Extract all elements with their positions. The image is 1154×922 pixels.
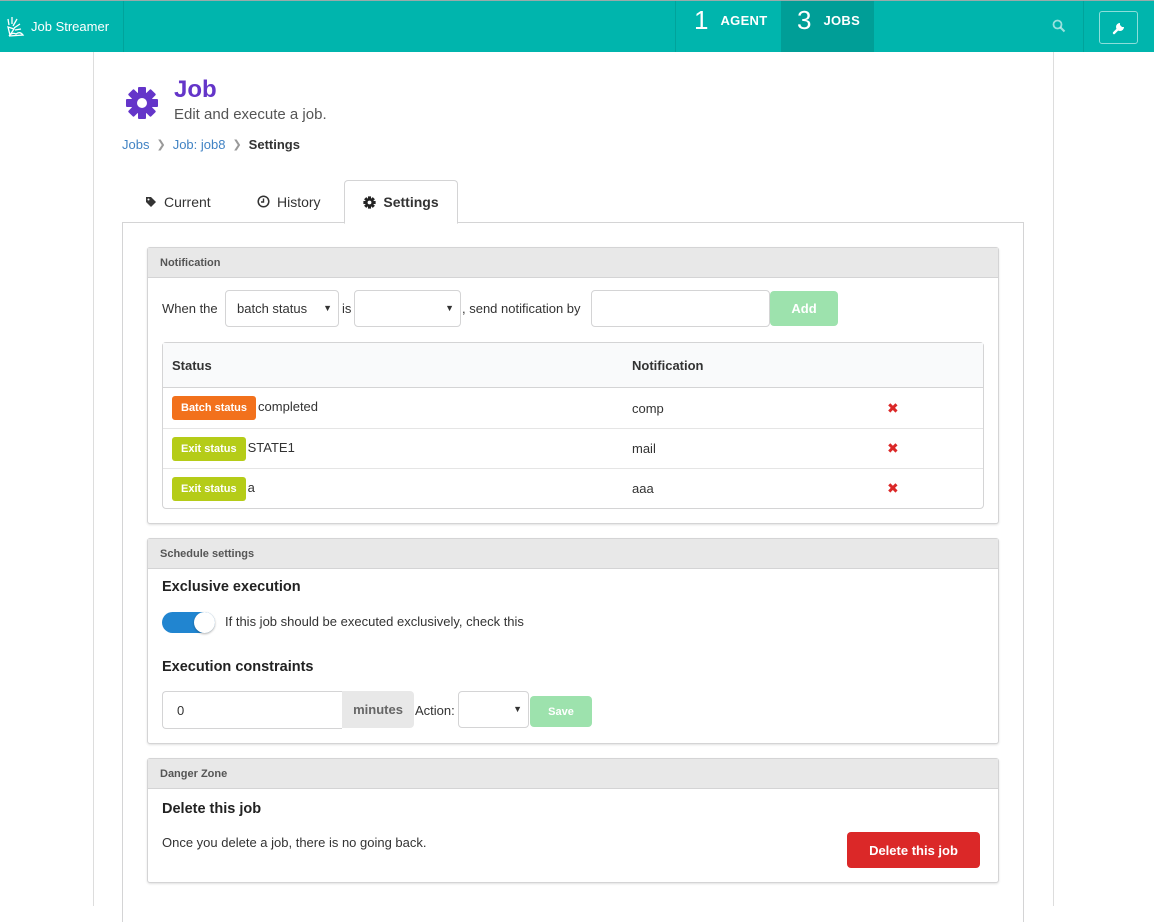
schedule-section: Schedule settings Exclusive execution If…: [147, 538, 999, 744]
status-badge: Exit status: [172, 476, 246, 501]
delete-heading: Delete this job: [162, 801, 262, 817]
notification-table: Status Notification Batch status complete…: [162, 342, 984, 509]
chevron-right-icon: ❯: [156, 139, 166, 151]
brand-name: Job Streamer: [31, 19, 110, 34]
exclusive-heading: Exclusive execution: [162, 579, 301, 595]
save-button[interactable]: Save: [530, 696, 592, 727]
notification-value: aaa: [623, 468, 873, 508]
search-icon[interactable]: [1052, 19, 1066, 33]
notification-section-title: Notification: [148, 248, 998, 278]
nav-jobs-label: JOBS: [823, 13, 861, 28]
tag-icon: [146, 196, 156, 207]
nav-agents[interactable]: 1 AGENT: [675, 1, 781, 52]
delete-warning-text: Once you delete a job, there is no going…: [162, 835, 427, 850]
delete-icon[interactable]: ✖: [887, 400, 899, 416]
minutes-input[interactable]: 0: [162, 691, 342, 729]
clock-icon: [257, 195, 270, 208]
add-button[interactable]: Add: [770, 291, 838, 326]
action-select[interactable]: ▼: [458, 691, 529, 728]
minutes-value: 0: [177, 702, 185, 718]
minutes-addon: minutes: [342, 691, 414, 728]
danger-zone-section: Danger Zone Delete this job Once you del…: [147, 758, 999, 883]
sunrise-logo-icon: [7, 16, 25, 37]
tab-history[interactable]: History: [257, 180, 321, 223]
tab-history-label: History: [277, 193, 321, 210]
constraints-heading: Execution constraints: [162, 659, 314, 675]
status-value: STATE1: [247, 439, 295, 455]
status-badge: Batch status: [172, 396, 257, 420]
page-title: Job: [174, 76, 217, 103]
status-value-select[interactable]: ▼: [354, 290, 461, 327]
table-header-row: Status Notification: [163, 343, 983, 388]
agent-count: 1: [694, 5, 709, 35]
table-row: Exit status STATE1 mail ✖: [163, 428, 983, 468]
tab-current[interactable]: Current: [145, 180, 211, 223]
column-header-status: Status: [163, 343, 623, 388]
delete-icon[interactable]: ✖: [887, 480, 899, 496]
nav-agents-label: AGENT: [720, 13, 768, 28]
status-badge: Exit status: [172, 436, 246, 461]
status-value: a: [247, 479, 255, 495]
caret-down-icon: ▼: [445, 303, 454, 313]
tab-settings-label: Settings: [383, 194, 439, 210]
send-label: , send notification by: [462, 301, 581, 316]
nav-divider: [1083, 1, 1084, 52]
breadcrumb-jobs[interactable]: Jobs: [122, 137, 149, 152]
brand-link[interactable]: Job Streamer: [0, 1, 124, 52]
gear-icon: [363, 195, 376, 209]
schedule-section-title: Schedule settings: [148, 539, 998, 569]
notification-value: mail: [623, 428, 873, 468]
breadcrumb-job[interactable]: Job: job8: [173, 137, 226, 152]
caret-down-icon: ▼: [513, 704, 522, 714]
column-header-notification: Notification: [623, 343, 873, 388]
table-row: Batch status completed comp ✖: [163, 388, 983, 428]
top-nav-bar: Job Streamer 1 AGENT 3 JOBS: [0, 0, 1154, 52]
is-label: is: [342, 301, 352, 316]
notification-section: Notification When the batch status ▼ is …: [147, 247, 999, 524]
status-type-select[interactable]: batch status ▼: [225, 290, 339, 327]
when-label: When the: [162, 301, 218, 316]
exclusive-toggle-label: If this job should be executed exclusive…: [225, 614, 524, 629]
notification-input[interactable]: [591, 290, 770, 327]
danger-zone-title: Danger Zone: [148, 759, 998, 789]
tab-settings[interactable]: Settings: [344, 180, 458, 224]
breadcrumb: Jobs ❯ Job: job8 ❯ Settings: [122, 137, 300, 152]
breadcrumb-current: Settings: [248, 137, 300, 152]
page-subtitle: Edit and execute a job.: [174, 106, 327, 123]
tab-current-label: Current: [164, 193, 211, 210]
jobs-count: 3: [797, 5, 812, 35]
gear-icon: [126, 87, 158, 119]
notification-value: comp: [632, 400, 664, 416]
column-header-actions: [873, 343, 983, 388]
caret-down-icon: ▼: [323, 303, 332, 313]
status-type-value: batch status: [237, 301, 308, 316]
exclusive-toggle[interactable]: [162, 612, 215, 633]
nav-jobs[interactable]: 3 JOBS: [781, 1, 874, 52]
action-label: Action:: [415, 703, 455, 718]
table-row: Exit status a aaa ✖: [163, 468, 983, 508]
tab-bar: Current History Settings: [122, 180, 1024, 224]
delete-job-button[interactable]: Delete this job: [847, 832, 980, 868]
settings-button[interactable]: [1099, 11, 1138, 44]
wrench-icon: [1112, 22, 1124, 34]
status-value: completed: [258, 399, 319, 414]
delete-icon[interactable]: ✖: [887, 440, 899, 456]
chevron-right-icon: ❯: [232, 139, 242, 151]
toggle-knob: [194, 612, 215, 633]
